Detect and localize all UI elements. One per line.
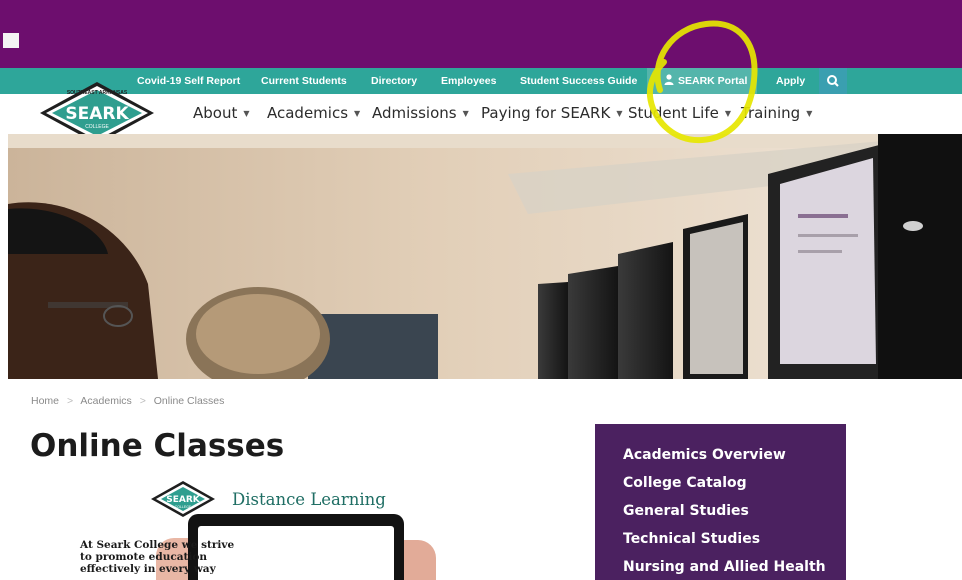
hero-photo: [8, 134, 962, 379]
caret-down-icon: ▼: [616, 109, 623, 118]
top-banner: [0, 0, 962, 68]
promo-logo-sub: COLLEGE: [175, 505, 192, 509]
breadcrumb-academics[interactable]: Academics: [80, 395, 131, 407]
nav-about[interactable]: About ▼: [193, 104, 250, 122]
breadcrumb-separator: >: [66, 395, 74, 407]
portal-link[interactable]: SEARK Portal: [664, 68, 747, 94]
nav-paying[interactable]: Paying for SEARK ▼: [481, 104, 622, 122]
breadcrumb-home[interactable]: Home: [31, 395, 59, 407]
logo-top-text: SOUTHEAST ARKANSAS: [67, 90, 128, 96]
side-tab-handle[interactable]: [3, 33, 19, 48]
caret-down-icon: ▼: [462, 109, 469, 118]
nav-about-label: About: [193, 104, 238, 122]
sidebar-item-nursing[interactable]: Nursing and Allied Health: [623, 559, 826, 575]
nav-academics-label: Academics: [267, 104, 349, 122]
sidebar-item-general-studies[interactable]: General Studies: [623, 503, 749, 519]
promo-logo-name: SEARK: [166, 495, 201, 505]
search-icon: [827, 75, 839, 87]
sidebar-item-college-catalog[interactable]: College Catalog: [623, 475, 747, 491]
utility-link-employees[interactable]: Employees: [441, 68, 496, 94]
caret-down-icon: ▼: [724, 109, 732, 118]
nav-admissions[interactable]: Admissions ▼: [372, 104, 469, 122]
page: Covid-19 Self Report Current Students Di…: [0, 0, 962, 580]
portal-label: SEARK Portal: [678, 75, 748, 87]
page-title: Online Classes: [30, 428, 285, 464]
sidebar-item-technical-studies[interactable]: Technical Studies: [623, 531, 760, 547]
logo-sub: COLLEGE: [85, 124, 109, 130]
tablet-text: At Seark College we strive to promote ed…: [80, 539, 235, 575]
nav-paying-label: Paying for SEARK: [481, 104, 611, 122]
apply-link[interactable]: Apply: [776, 68, 805, 94]
caret-down-icon: ▼: [354, 109, 361, 118]
user-icon: [664, 74, 674, 85]
nav-admissions-label: Admissions: [372, 104, 457, 122]
promo-logo: SEARK COLLEGE: [151, 481, 215, 517]
sidebar-item-academics-overview[interactable]: Academics Overview: [623, 447, 786, 463]
hero-image: [8, 134, 962, 379]
utility-link-current-students[interactable]: Current Students: [261, 68, 347, 94]
nav-training-label: Training: [741, 104, 801, 122]
promo-title: Distance Learning: [232, 490, 386, 509]
caret-down-icon: ▼: [806, 109, 813, 118]
caret-down-icon: ▼: [243, 109, 250, 118]
nav-academics[interactable]: Academics ▼: [267, 104, 360, 122]
utility-link-directory[interactable]: Directory: [371, 68, 417, 94]
nav-student-life[interactable]: Student Life ▼: [628, 104, 731, 122]
search-button[interactable]: [819, 68, 847, 94]
breadcrumb: Home > Academics > Online Classes: [31, 395, 229, 407]
breadcrumb-current: Online Classes: [153, 395, 225, 407]
nav-student-life-label: Student Life: [628, 104, 719, 122]
breadcrumb-separator: >: [139, 395, 146, 407]
nav-training[interactable]: Training ▼: [741, 104, 812, 122]
utility-link-success-guide[interactable]: Student Success Guide: [520, 68, 637, 94]
logo-name: SEARK: [65, 104, 129, 124]
